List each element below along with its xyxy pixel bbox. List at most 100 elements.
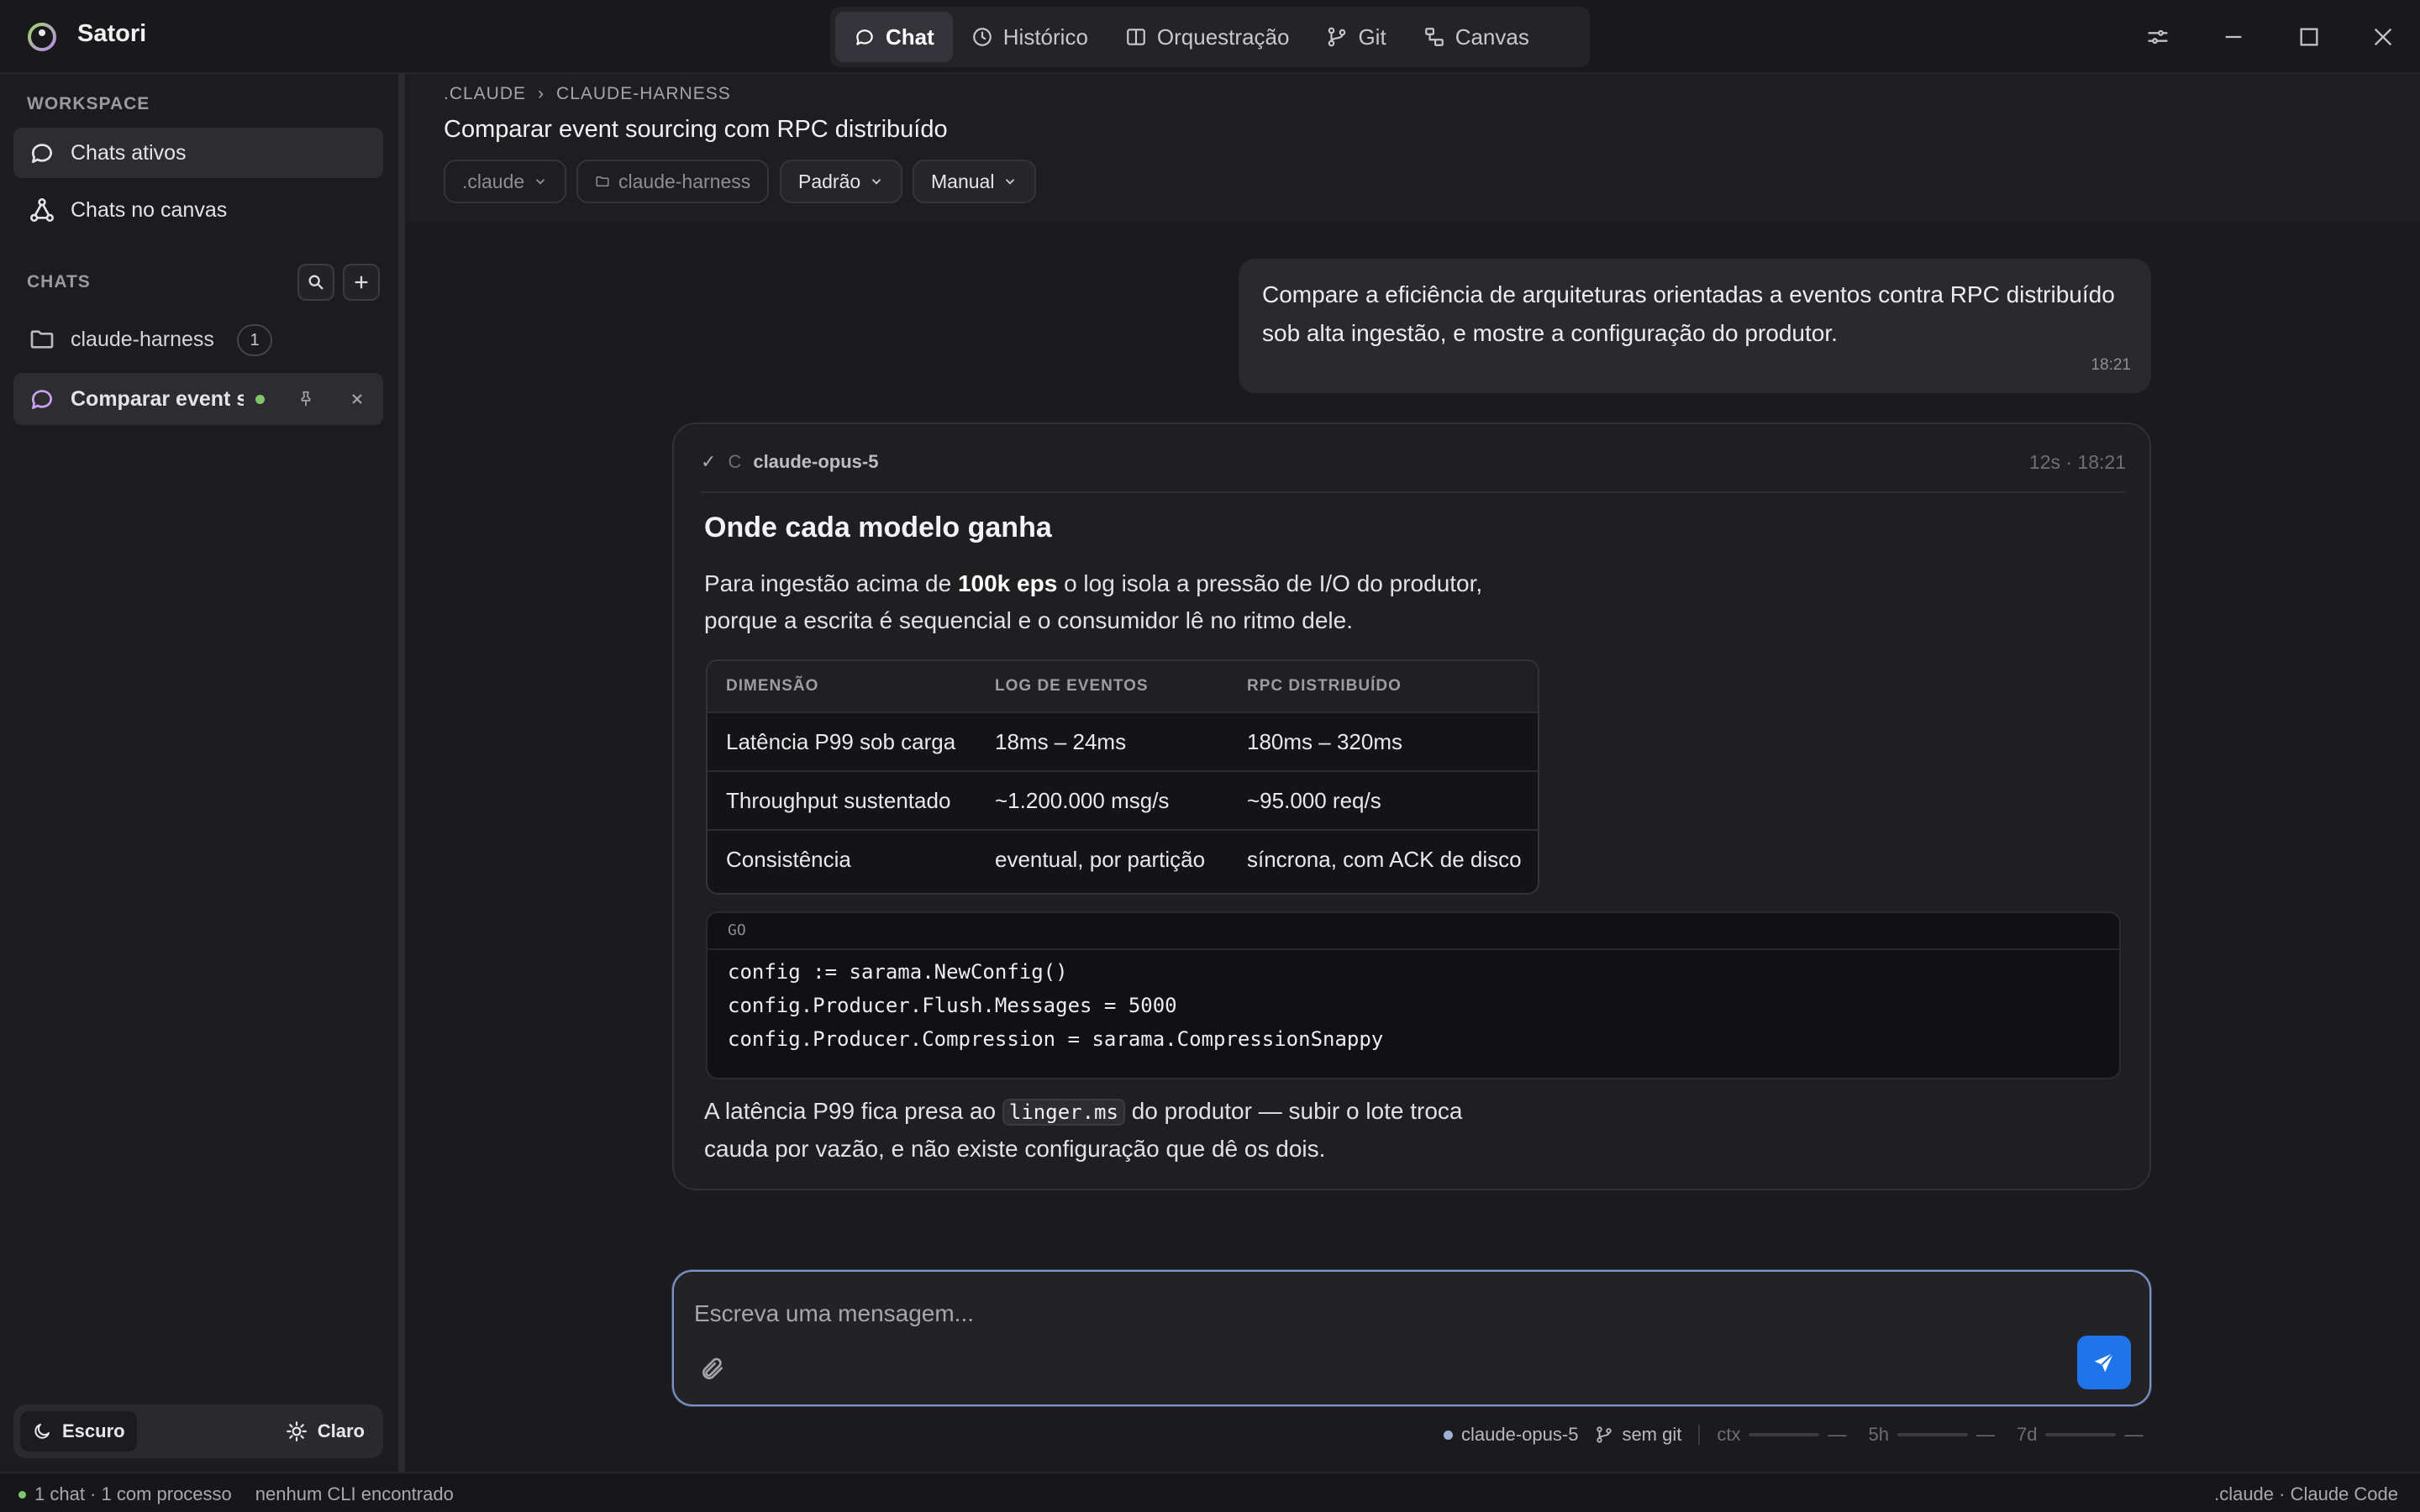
scope-chip[interactable]: .claude bbox=[444, 160, 567, 203]
minimize-icon bbox=[2225, 35, 2242, 39]
meta-divider bbox=[1698, 1425, 1701, 1445]
sidebar-chat-comparar-event[interactable]: Comparar event s... bbox=[13, 373, 383, 425]
mode-chip[interactable]: Padrão bbox=[780, 160, 903, 203]
usage-5h-value: — bbox=[1975, 1424, 1995, 1445]
canvas-icon bbox=[1424, 28, 1444, 46]
chip-label: Manual bbox=[931, 170, 995, 192]
paperclip-icon[interactable] bbox=[699, 1356, 726, 1383]
table-row: Latência P99 sob carga 18ms – 24ms 180ms… bbox=[708, 711, 1538, 770]
status-cli: nenhum CLI encontrado bbox=[255, 1483, 454, 1504]
chat-icon bbox=[856, 29, 873, 45]
usage-5h-label: 5h bbox=[1868, 1424, 1889, 1445]
folder-icon bbox=[30, 330, 54, 349]
tab-historico-label: Histórico bbox=[1002, 24, 1088, 50]
usage-7d-value: — bbox=[2124, 1424, 2144, 1445]
breadcrumb: .CLAUDE › CLAUDE-HARNESS bbox=[444, 84, 731, 104]
theme-light-button[interactable]: Claro bbox=[274, 1411, 376, 1452]
table-header-row: DIMENSÃO LOG DE EVENTOS RPC DISTRIBUÍDO bbox=[708, 661, 1538, 711]
send-button[interactable] bbox=[2077, 1336, 2131, 1389]
open-chat-label: Comparar event s... bbox=[71, 386, 244, 411]
ctx-value: — bbox=[1828, 1424, 1847, 1445]
search-icon bbox=[308, 275, 324, 290]
chevron-down-icon bbox=[872, 179, 881, 185]
folder-count-badge: 1 bbox=[237, 324, 272, 356]
tab-git[interactable]: Git bbox=[1307, 12, 1404, 62]
message-input[interactable] bbox=[694, 1297, 2039, 1331]
ctx-meter bbox=[1749, 1433, 1820, 1436]
folder-claude-harness[interactable]: claude-harness bbox=[13, 314, 383, 365]
chip-label: Padrão bbox=[798, 170, 861, 192]
message-timestamp: 18:21 bbox=[2091, 356, 2131, 374]
chat-icon bbox=[31, 144, 52, 163]
inline-code: linger.ms bbox=[1002, 1099, 1125, 1126]
maximize-button[interactable] bbox=[2292, 20, 2326, 54]
model-name: claude-opus-5 bbox=[753, 451, 879, 472]
code-block: GO config := sarama.NewConfig() config.P… bbox=[706, 911, 2121, 1079]
sliders-icon bbox=[2148, 29, 2168, 45]
approval-chip[interactable]: Manual bbox=[913, 160, 1037, 203]
outro-text: A latência P99 fica presa ao bbox=[704, 1098, 1002, 1124]
sidebar-resize-handle[interactable] bbox=[398, 74, 405, 1472]
table-cell: eventual, por partição bbox=[995, 846, 1206, 872]
usage-7d-label: 7d bbox=[2016, 1424, 2038, 1445]
model-dot bbox=[1444, 1430, 1453, 1440]
tab-canvas-label: Canvas bbox=[1455, 24, 1529, 50]
sidebar: WORKSPACE Chats ativos Chats no canvas C… bbox=[0, 74, 398, 1468]
title-bar: Satori Chat Histórico Orquestração Git C… bbox=[0, 0, 2420, 74]
table-cell: 180ms – 320ms bbox=[1247, 728, 1402, 754]
maximize-icon bbox=[2300, 28, 2318, 46]
table-cell: Latência P99 sob carga bbox=[726, 728, 956, 754]
sidebar-item-chats-ativos[interactable]: Chats ativos bbox=[13, 128, 383, 178]
intro-text: Para ingestão acima de bbox=[704, 570, 958, 596]
table-row: Consistência eventual, por partição sínc… bbox=[708, 829, 1538, 888]
theme-dark-button[interactable]: Escuro bbox=[20, 1411, 137, 1452]
main-nav: Chat Histórico Orquestração Git Canvas bbox=[830, 7, 1590, 67]
minimize-button[interactable] bbox=[2217, 20, 2250, 54]
theme-dark-label: Escuro bbox=[62, 1420, 125, 1441]
model-avatar-icon: C bbox=[728, 451, 742, 472]
code-line: config := sarama.NewConfig() bbox=[728, 960, 1068, 984]
folder-chip[interactable]: claude-harness bbox=[576, 160, 770, 203]
breadcrumb-item[interactable]: CLAUDE-HARNESS bbox=[556, 84, 731, 104]
sidebar-item-label: Chats ativos bbox=[71, 140, 187, 165]
tab-orquestracao[interactable]: Orquestração bbox=[1107, 12, 1308, 62]
status-bar: 1 chat · 1 com processo nenhum CLI encon… bbox=[0, 1472, 2420, 1512]
settings-sliders-button[interactable] bbox=[2141, 20, 2175, 54]
git-status: sem git bbox=[1622, 1424, 1682, 1445]
table-cell: 18ms – 24ms bbox=[995, 728, 1127, 754]
response-meta: 12s · 18:21 bbox=[2028, 451, 2126, 473]
status-right: .claude · Claude Code bbox=[2214, 1483, 2398, 1504]
usage-7d-meter bbox=[2045, 1433, 2117, 1436]
tab-historico[interactable]: Histórico bbox=[953, 12, 1107, 62]
chip-label: .claude bbox=[462, 170, 525, 192]
table-header-cell: RPC DISTRIBUÍDO bbox=[1247, 677, 1402, 695]
chevron-down-icon bbox=[1006, 179, 1015, 185]
pin-icon[interactable] bbox=[297, 390, 315, 408]
chevron-down-icon bbox=[536, 179, 545, 185]
table-header-cell: LOG DE EVENTOS bbox=[995, 677, 1149, 695]
app-logo-icon bbox=[28, 23, 56, 51]
chat-status-dot bbox=[255, 394, 265, 404]
user-message-text: Compare a eficiência de arquiteturas ori… bbox=[1262, 281, 2115, 346]
search-chats-button[interactable] bbox=[297, 264, 334, 301]
breadcrumb-separator: › bbox=[538, 84, 545, 103]
sidebar-item-chats-no-canvas[interactable]: Chats no canvas bbox=[13, 185, 383, 235]
breadcrumb-item[interactable]: .CLAUDE bbox=[444, 84, 526, 104]
workspace-section-label: WORKSPACE bbox=[27, 94, 150, 113]
comparison-table: DIMENSÃO LOG DE EVENTOS RPC DISTRIBUÍDO … bbox=[706, 659, 1539, 895]
status-ok-dot bbox=[18, 1490, 26, 1499]
table-cell: Consistência bbox=[726, 846, 851, 872]
response-heading: Onde cada modelo ganha bbox=[704, 512, 1052, 543]
done-check-icon: ✓ bbox=[701, 451, 717, 472]
app-name: Satori bbox=[77, 20, 147, 47]
tab-chat[interactable]: Chat bbox=[835, 12, 953, 62]
tab-canvas[interactable]: Canvas bbox=[1405, 12, 1548, 62]
new-chat-button[interactable] bbox=[343, 264, 380, 301]
sidebar-item-label: Chats no canvas bbox=[71, 197, 228, 222]
chip-label: claude-harness bbox=[618, 170, 751, 192]
close-window-button[interactable] bbox=[2366, 20, 2400, 54]
composer-model[interactable]: claude-opus-5 bbox=[1461, 1424, 1578, 1446]
close-chat-icon[interactable] bbox=[349, 391, 366, 407]
status-chats: 1 chat · 1 com processo bbox=[34, 1483, 232, 1504]
ctx-label: ctx bbox=[1717, 1424, 1741, 1445]
